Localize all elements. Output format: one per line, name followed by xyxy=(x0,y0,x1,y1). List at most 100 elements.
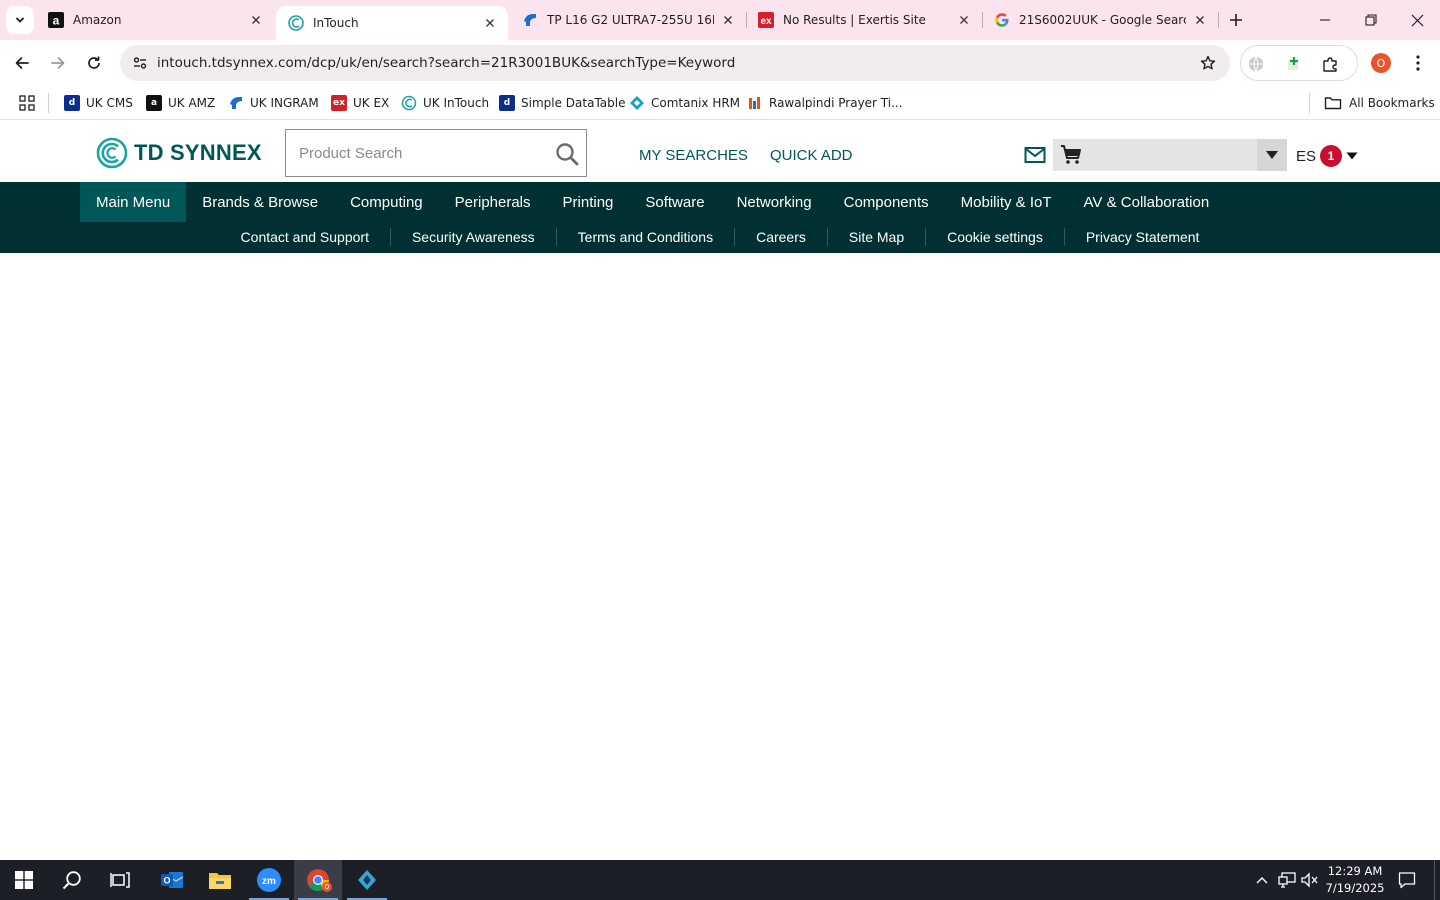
tab-title: InTouch xyxy=(313,16,359,30)
product-search-input[interactable] xyxy=(286,130,546,176)
restore-button[interactable] xyxy=(1348,0,1394,40)
my-searches-link[interactable]: MY SEARCHES xyxy=(639,147,748,164)
network-button[interactable] xyxy=(1276,860,1298,900)
mail-icon[interactable] xyxy=(1023,145,1047,165)
nav-computing[interactable]: Computing xyxy=(334,182,439,222)
svg-text:O: O xyxy=(163,876,170,886)
nav-software[interactable]: Software xyxy=(629,182,720,222)
close-tab-icon[interactable] xyxy=(248,12,264,28)
system-clock[interactable]: 12:29 AM 7/19/2025 xyxy=(1322,863,1388,897)
all-bookmarks-label: All Bookmarks xyxy=(1349,96,1435,110)
zoom-app[interactable]: zm xyxy=(245,860,293,900)
address-bar[interactable]: intouch.tdsynnex.com/dcp/uk/en/search?se… xyxy=(120,45,1230,81)
star-icon xyxy=(1200,55,1216,70)
close-icon xyxy=(1411,14,1423,26)
svg-text:zm: zm xyxy=(262,876,276,887)
td-synnex-logo[interactable]: TD SYNNEX xyxy=(96,137,262,169)
close-tab-icon[interactable] xyxy=(1192,12,1208,28)
green-extension[interactable] xyxy=(1283,53,1305,75)
more-vertical-icon xyxy=(1416,55,1420,71)
nav-contact-support[interactable]: Contact and Support xyxy=(220,228,390,246)
quick-add-link[interactable]: QUICK ADD xyxy=(770,147,853,164)
bookmark-simple-datatable[interactable]: d Simple DataTable xyxy=(499,91,625,115)
outlook-app[interactable]: O xyxy=(148,860,196,900)
close-tab-icon[interactable] xyxy=(956,12,972,28)
bookmark-uk-amz[interactable]: a UK AMZ xyxy=(146,91,215,115)
browser-tab-intouch[interactable]: InTouch xyxy=(276,6,508,40)
bookmark-uk-cms[interactable]: d UK CMS xyxy=(64,91,133,115)
nav-networking[interactable]: Networking xyxy=(721,182,828,222)
chevron-down-icon xyxy=(16,17,24,23)
file-explorer-icon xyxy=(209,873,231,889)
task-view-icon xyxy=(110,872,130,888)
browser-tab-ingram[interactable]: TP L16 G2 ULTRA7-255U 16IN I xyxy=(510,0,746,40)
close-window-button[interactable] xyxy=(1394,0,1440,40)
nav-terms-conditions[interactable]: Terms and Conditions xyxy=(555,228,734,246)
show-hidden-icons-button[interactable] xyxy=(1252,860,1272,900)
site-header: TD SYNNEX MY SEARCHES QUICK ADD ES 1 xyxy=(0,121,1440,182)
start-button[interactable] xyxy=(0,860,48,900)
cart-dropdown-button[interactable] xyxy=(1257,139,1287,171)
minimize-button[interactable] xyxy=(1302,0,1348,40)
product-search-box xyxy=(285,129,587,177)
new-tab-button[interactable] xyxy=(1222,6,1250,34)
main-content xyxy=(0,253,1440,860)
td-synnex-icon xyxy=(288,15,304,31)
back-button[interactable] xyxy=(6,47,38,79)
nav-careers[interactable]: Careers xyxy=(734,228,827,246)
task-view-button[interactable] xyxy=(96,860,144,900)
browser-menu-button[interactable] xyxy=(1404,51,1432,75)
translate-extension[interactable] xyxy=(1245,53,1267,75)
browser-tab-amazon[interactable]: a Amazon xyxy=(36,0,274,40)
nav-brands-browse[interactable]: Brands & Browse xyxy=(186,182,334,222)
close-tab-icon[interactable] xyxy=(482,15,498,31)
file-explorer-app[interactable] xyxy=(196,860,244,900)
forward-button[interactable] xyxy=(42,47,74,79)
bookmark-uk-ingram[interactable]: UK INGRAM xyxy=(228,91,319,115)
comtanix-icon xyxy=(629,95,645,111)
bookmark-comtanix-hrm[interactable]: Comtanix HRM xyxy=(629,91,740,115)
taskbar-search-button[interactable] xyxy=(48,860,96,900)
bookmark-uk-ex[interactable]: ex UK EX xyxy=(331,91,389,115)
site-info-button[interactable] xyxy=(126,49,154,77)
browser-tab-exertis[interactable]: ex No Results | Exertis Site xyxy=(746,0,982,40)
url-text[interactable]: intouch.tdsynnex.com/dcp/uk/en/search?se… xyxy=(157,55,735,71)
pinned-app[interactable] xyxy=(343,860,391,900)
nav-security-awareness[interactable]: Security Awareness xyxy=(389,228,556,246)
nav-peripherals[interactable]: Peripherals xyxy=(439,182,547,222)
search-icon[interactable] xyxy=(554,141,580,167)
amazon-icon: a xyxy=(48,12,64,28)
all-bookmarks-button[interactable]: All Bookmarks xyxy=(1324,91,1435,115)
nav-printing[interactable]: Printing xyxy=(547,182,630,222)
nav-av-collaboration[interactable]: AV & Collaboration xyxy=(1068,182,1226,222)
nav-site-map[interactable]: Site Map xyxy=(826,228,925,246)
profile-avatar[interactable]: O xyxy=(1371,53,1391,73)
cms-icon: d xyxy=(64,95,80,111)
volume-button[interactable] xyxy=(1299,860,1321,900)
action-center-button[interactable] xyxy=(1394,868,1420,892)
tab-title: 21S6002UUK - Google Search xyxy=(1019,13,1186,27)
svg-text:ex: ex xyxy=(760,16,772,27)
prayer-icon xyxy=(747,95,763,111)
browser-tab-google[interactable]: 21S6002UUK - Google Search xyxy=(982,0,1218,40)
tab-search-button[interactable] xyxy=(6,6,34,34)
amazon-icon: a xyxy=(146,95,162,111)
extensions-menu-button[interactable] xyxy=(1319,53,1341,75)
bookmark-star-button[interactable] xyxy=(1198,53,1218,73)
nav-components[interactable]: Components xyxy=(828,182,945,222)
minimize-icon xyxy=(1320,19,1330,21)
bookmark-rawalpindi-prayer[interactable]: Rawalpindi Prayer Ti... xyxy=(747,91,903,115)
show-desktop-button[interactable] xyxy=(1434,860,1435,900)
start-icon xyxy=(15,871,33,889)
cart-button[interactable] xyxy=(1053,139,1257,171)
bookmark-uk-intouch[interactable]: UK InTouch xyxy=(401,91,489,115)
nav-main-menu[interactable]: Main Menu xyxy=(80,182,187,222)
nav-mobility-iot[interactable]: Mobility & IoT xyxy=(945,182,1068,222)
reload-button[interactable] xyxy=(78,47,110,79)
close-tab-icon[interactable] xyxy=(720,12,736,28)
nav-privacy-statement[interactable]: Privacy Statement xyxy=(1063,228,1221,246)
chrome-app[interactable]: 0 xyxy=(294,860,342,900)
apps-button[interactable] xyxy=(16,92,38,114)
nav-cookie-settings[interactable]: Cookie settings xyxy=(925,228,1064,246)
account-menu[interactable]: ES 1 xyxy=(1296,145,1359,167)
